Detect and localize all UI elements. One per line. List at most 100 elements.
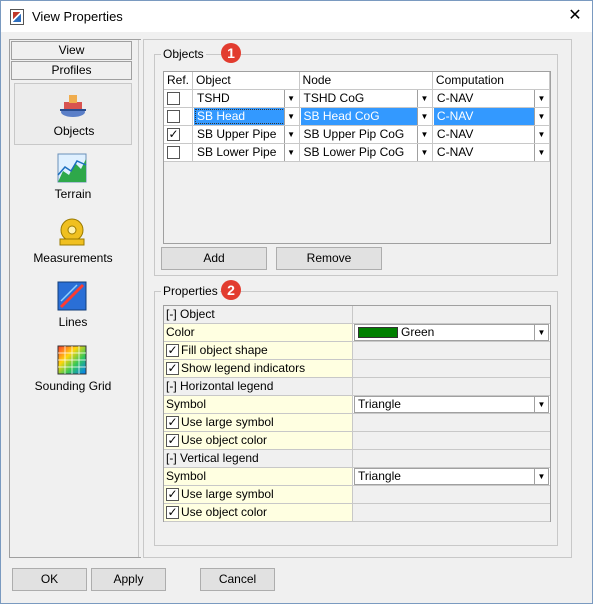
node-combo[interactable]: SB Head CoG ▼ [300, 107, 431, 125]
node-cell: SB Head CoG ▼ [299, 107, 433, 126]
category-row-object[interactable]: [-] Object [164, 306, 550, 324]
ref-checkbox[interactable] [167, 92, 180, 106]
check-label: Fill object shape [181, 343, 268, 357]
column-header-computation[interactable]: Computation [432, 72, 551, 90]
computation-cell: C-NAV ▼ [432, 143, 551, 162]
property-row-fill-object-shape[interactable]: ✓ Fill object shape [164, 342, 550, 360]
close-icon[interactable]: ✕ [561, 3, 589, 29]
property-row-use-object-color[interactable]: ✓ Use object color [164, 432, 550, 450]
property-row-show-legend-indicators[interactable]: ✓ Show legend indicators [164, 360, 550, 378]
computation-combo[interactable]: C-NAV ▼ [433, 107, 548, 125]
chevron-down-icon[interactable]: ▼ [416, 125, 431, 143]
nav-item-objects[interactable]: Objects [14, 83, 132, 145]
table-row[interactable]: SB Head ▼ SB Head CoG ▼ C-NAV ▼ [164, 107, 551, 126]
chevron-down-icon[interactable]: ▼ [283, 107, 298, 125]
table-row[interactable]: SB Lower Pipe ▼ SB Lower Pip CoG ▼ C-NAV ▼ [164, 143, 551, 162]
node-value: SB Head CoG [303, 108, 380, 123]
node-combo[interactable]: SB Lower Pip CoG ▼ [301, 143, 431, 161]
chevron-down-icon[interactable]: ▼ [416, 143, 431, 161]
color-combo[interactable]: Green ▼ [354, 324, 549, 341]
category-value [353, 378, 550, 396]
check-label: Show legend indicators [181, 361, 306, 375]
properties-group: Properties 2 [-] Object Color Green ▼ ✓ … [154, 280, 558, 546]
ref-checkbox[interactable] [167, 110, 180, 124]
object-value: TSHD [197, 90, 230, 105]
color-swatch [358, 327, 398, 339]
computation-combo[interactable]: C-NAV ▼ [434, 143, 548, 161]
computation-cell: C-NAV ▼ [432, 107, 551, 126]
chevron-down-icon[interactable]: ▼ [283, 89, 298, 107]
node-value: TSHD CoG [303, 90, 365, 105]
property-row-color[interactable]: Color Green ▼ [164, 324, 550, 342]
object-cell: SB Upper Pipe ▼ [192, 125, 300, 144]
nav-item-lines[interactable]: Lines [14, 275, 132, 337]
ok-button[interactable]: OK [12, 568, 87, 591]
category-row-horizontal-legend[interactable]: [-] Horizontal legend [164, 378, 550, 396]
object-combo[interactable]: SB Head ▼ [194, 107, 298, 125]
object-combo[interactable]: SB Upper Pipe ▼ [194, 125, 298, 143]
chevron-down-icon[interactable]: ▼ [416, 89, 431, 107]
chevron-down-icon[interactable]: ▼ [534, 107, 548, 125]
computation-value: C-NAV [436, 90, 474, 105]
category-label: [-] Object [164, 306, 353, 324]
computation-combo[interactable]: C-NAV ▼ [434, 89, 548, 107]
computation-value: C-NAV [436, 144, 474, 159]
nav-tab-profiles[interactable]: Profiles [11, 61, 132, 80]
computation-combo[interactable]: C-NAV ▼ [434, 125, 548, 143]
ref-checkbox-checked[interactable]: ✓ [167, 128, 180, 142]
column-header-ref[interactable]: Ref. [164, 72, 194, 90]
left-nav-panel: View Profiles Objects Terrain Measuremen… [9, 39, 141, 558]
table-row[interactable]: ✓ SB Upper Pipe ▼ SB Upper Pip CoG ▼ C-NAV… [164, 125, 551, 144]
chevron-down-icon[interactable]: ▼ [534, 143, 548, 161]
property-value [353, 360, 550, 378]
cancel-button[interactable]: Cancel [200, 568, 275, 591]
remove-button[interactable]: Remove [276, 247, 382, 270]
content-panel: Objects 1 Ref. Object Node Computation T… [143, 39, 572, 558]
object-combo[interactable]: TSHD ▼ [194, 89, 298, 107]
node-combo[interactable]: SB Upper Pip CoG ▼ [301, 125, 431, 143]
chevron-down-icon[interactable]: ▼ [534, 125, 548, 143]
chevron-down-icon[interactable]: ▼ [534, 469, 548, 484]
property-row-use-large-symbol[interactable]: ✓ Use large symbol [164, 414, 550, 432]
nav-scrollbar[interactable] [138, 40, 141, 557]
checkbox-checked[interactable]: ✓ [166, 344, 179, 358]
property-row-symbol[interactable]: Symbol Triangle ▼ [164, 468, 550, 486]
column-header-object[interactable]: Object [192, 72, 300, 90]
nav-item-sounding-grid[interactable]: Sounding Grid [14, 339, 132, 401]
property-row-symbol[interactable]: Symbol Triangle ▼ [164, 396, 550, 414]
chevron-down-icon[interactable]: ▼ [534, 397, 548, 412]
table-row[interactable]: TSHD ▼ TSHD CoG ▼ C-NAV ▼ [164, 89, 551, 108]
category-row-vertical-legend[interactable]: [-] Vertical legend [164, 450, 550, 468]
nav-item-terrain[interactable]: Terrain [14, 147, 132, 209]
nav-tab-view[interactable]: View [11, 41, 132, 60]
node-combo[interactable]: TSHD CoG ▼ [301, 89, 431, 107]
nav-item-measurements[interactable]: Measurements [14, 211, 132, 273]
symbol-value: Triangle [358, 469, 401, 483]
checkbox-checked[interactable]: ✓ [166, 434, 179, 448]
apply-button[interactable]: Apply [91, 568, 166, 591]
symbol-combo[interactable]: Triangle ▼ [354, 396, 549, 413]
property-label: Symbol [164, 468, 353, 486]
property-row-use-object-color[interactable]: ✓ Use object color [164, 504, 550, 522]
checkbox-checked[interactable]: ✓ [166, 416, 179, 430]
node-cell: SB Lower Pip CoG ▼ [299, 143, 433, 162]
nav-label-objects: Objects [53, 124, 95, 138]
checkbox-checked[interactable]: ✓ [166, 488, 179, 502]
column-header-node[interactable]: Node [299, 72, 433, 90]
chevron-down-icon[interactable]: ▼ [283, 143, 298, 161]
property-label: ✓ Show legend indicators [164, 360, 353, 378]
object-combo[interactable]: SB Lower Pipe ▼ [194, 143, 298, 161]
property-row-use-large-symbol[interactable]: ✓ Use large symbol [164, 486, 550, 504]
chevron-down-icon[interactable]: ▼ [534, 325, 548, 340]
category-value [353, 306, 550, 324]
symbol-combo[interactable]: Triangle ▼ [354, 468, 549, 485]
chevron-down-icon[interactable]: ▼ [534, 89, 548, 107]
checkbox-checked[interactable]: ✓ [166, 362, 179, 376]
chevron-down-icon[interactable]: ▼ [416, 107, 431, 125]
ref-checkbox[interactable] [167, 146, 180, 160]
chevron-down-icon[interactable]: ▼ [283, 125, 298, 143]
add-button[interactable]: Add [161, 247, 267, 270]
property-label: ✓ Fill object shape [164, 342, 353, 360]
checkbox-checked[interactable]: ✓ [166, 506, 179, 520]
property-label: Symbol [164, 396, 353, 414]
